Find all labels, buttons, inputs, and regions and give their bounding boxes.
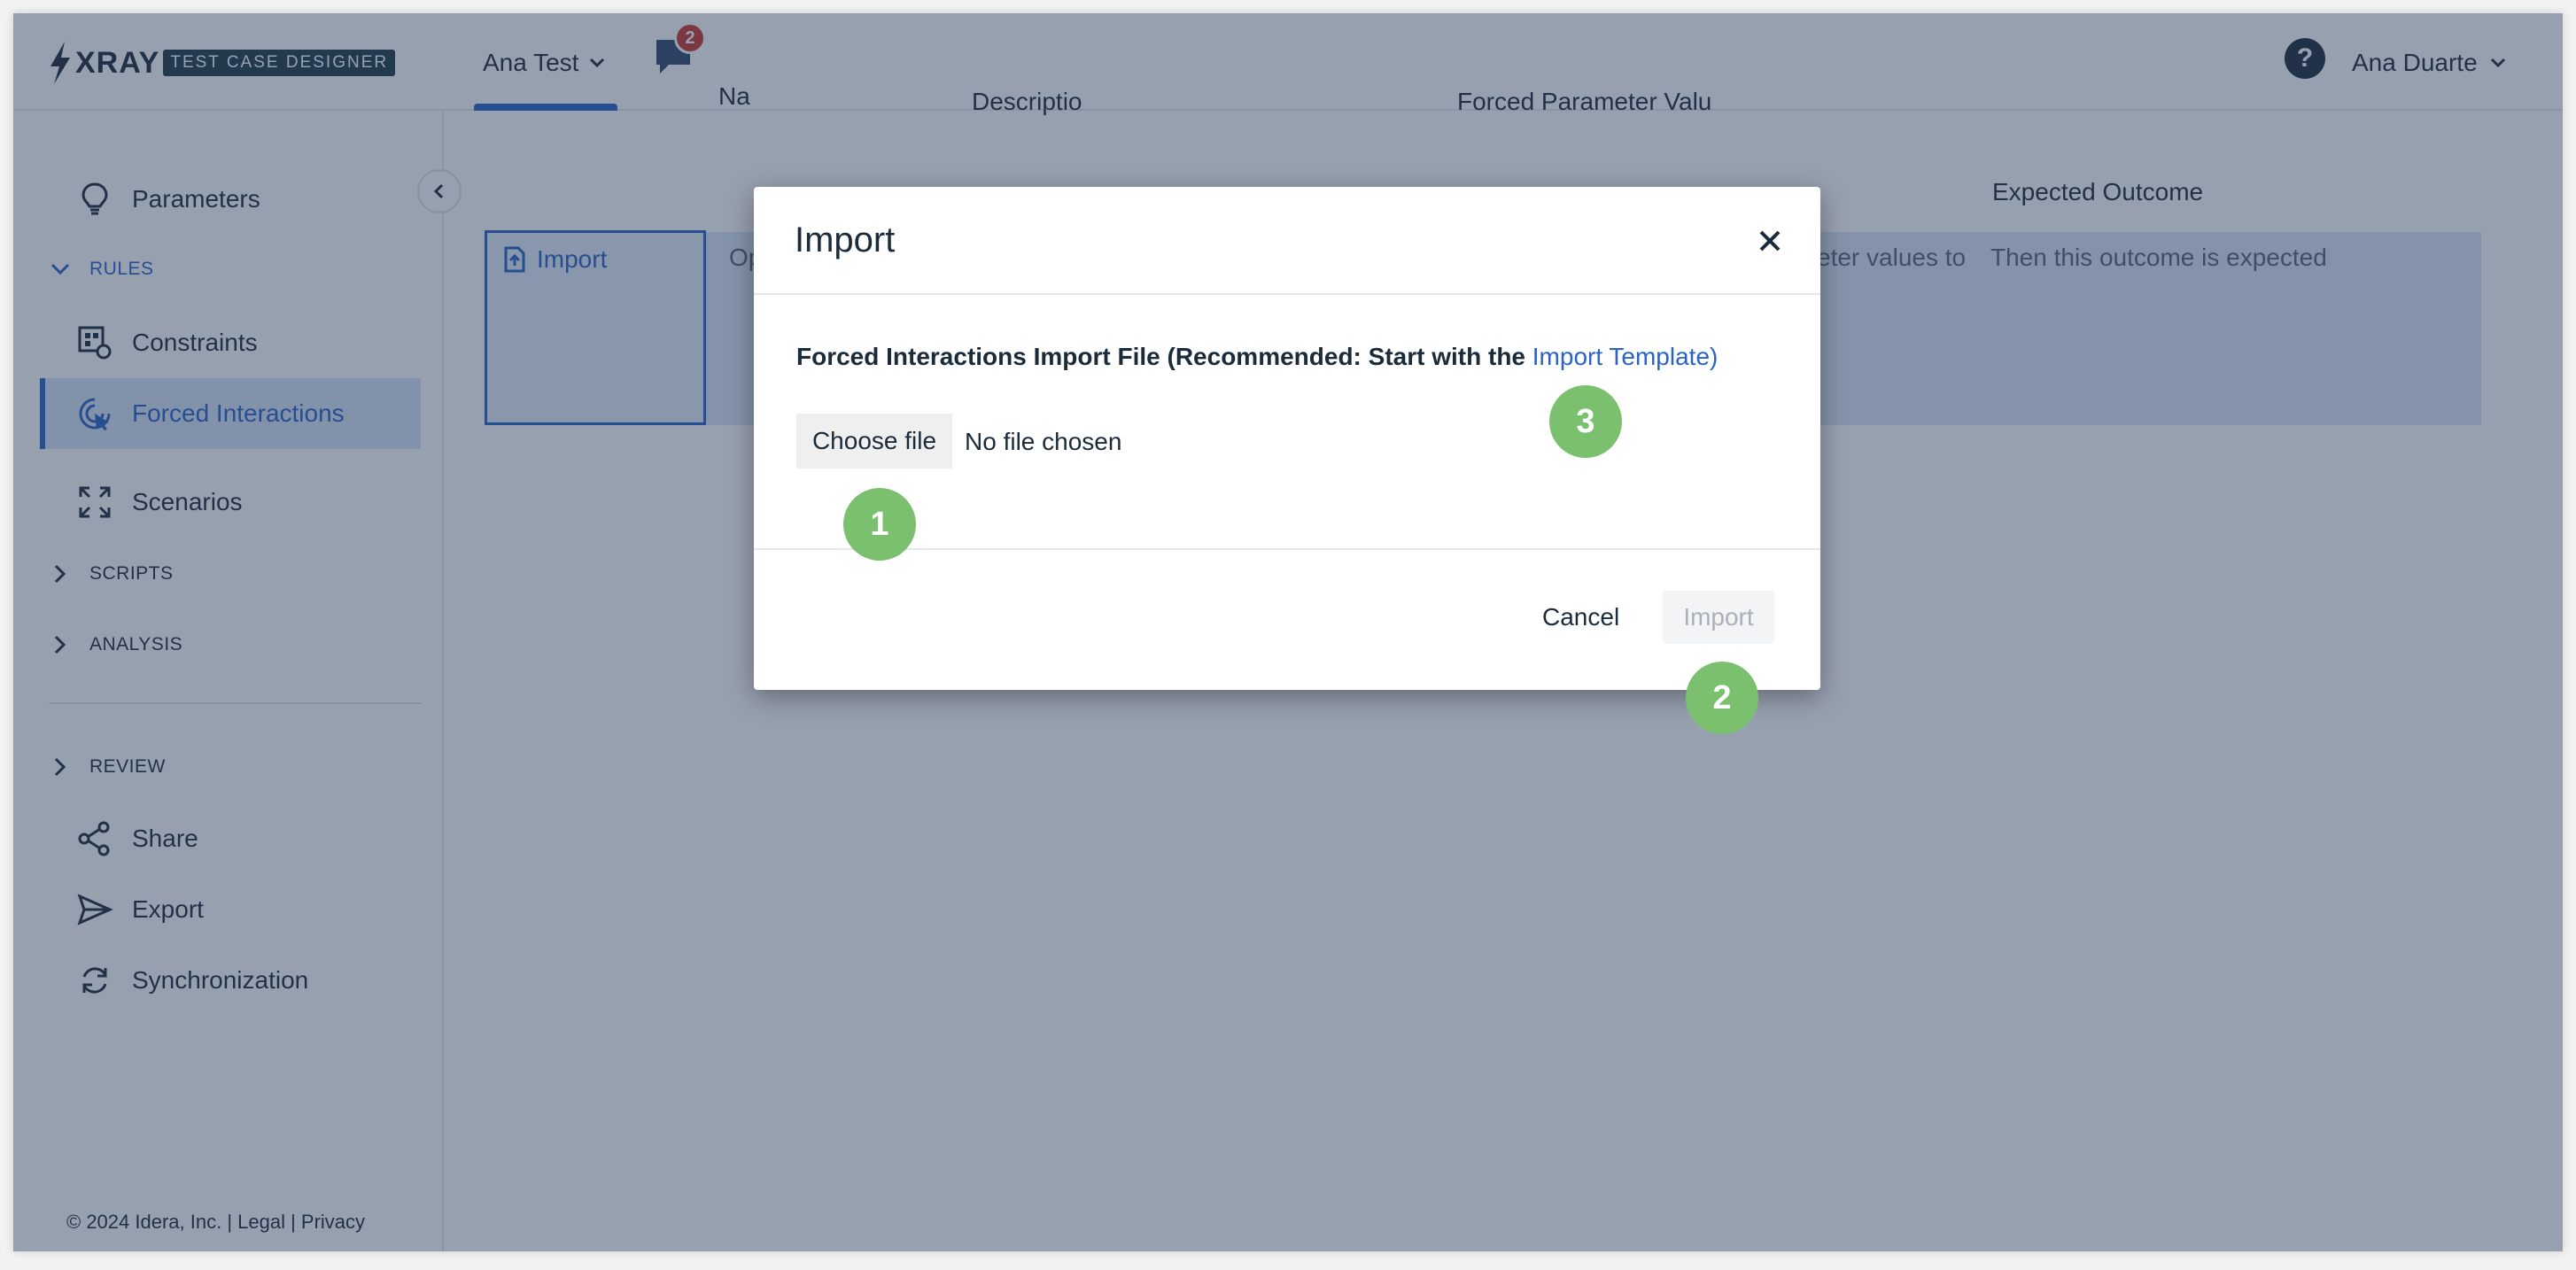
step-marker-2: 2 [1686,662,1758,734]
choose-file-button[interactable]: Choose file [796,414,952,469]
file-label-text: Forced Interactions Import File (Recomme… [796,343,1532,370]
no-file-status: No file chosen [965,428,1122,455]
closing-paren: ) [1710,343,1719,370]
file-field-label: Forced Interactions Import File (Recomme… [796,343,1718,371]
dialog-title: Import [795,221,896,259]
app-window: XRAY TEST CASE DESIGNER Ana Test 2 ? Ana… [13,13,2563,1251]
import-button[interactable]: Import [1663,591,1774,644]
close-icon[interactable] [1755,226,1785,256]
cancel-button[interactable]: Cancel [1542,603,1619,631]
import-template-link[interactable]: Import Template [1532,343,1710,370]
dialog-footer-divider [754,548,1820,550]
import-dialog: Import Forced Interactions Import File (… [754,187,1820,690]
step-marker-3: 3 [1549,385,1622,458]
dialog-divider [754,293,1820,295]
step-marker-1: 1 [843,488,916,561]
